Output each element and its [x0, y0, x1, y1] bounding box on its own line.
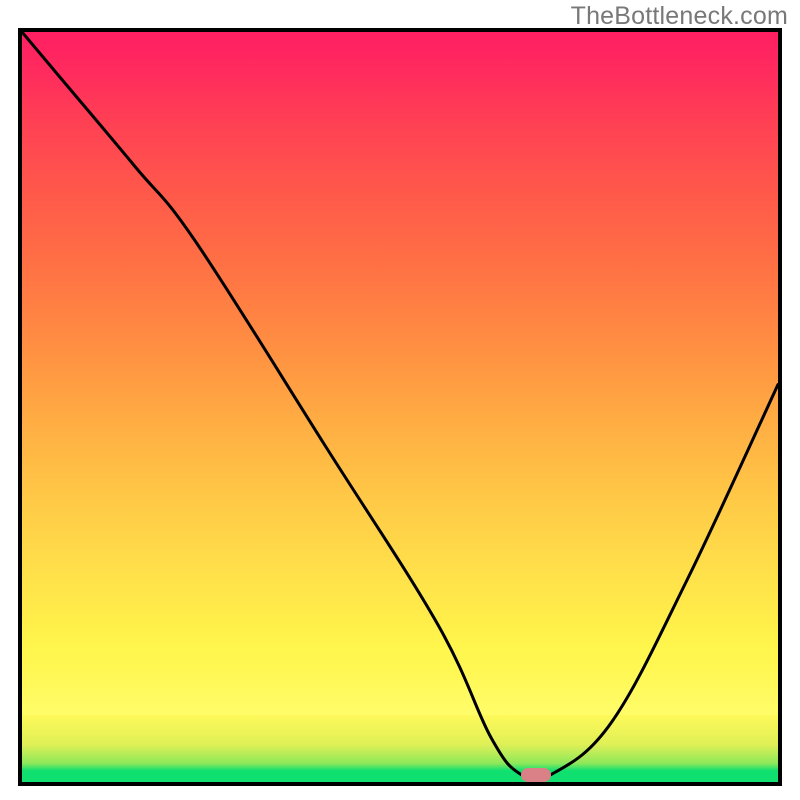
bottleneck-curve-path — [22, 32, 778, 781]
watermark-text: TheBottleneck.com — [571, 2, 788, 31]
plot-area — [18, 28, 782, 786]
line-chart-svg — [22, 32, 778, 782]
chart-container: TheBottleneck.com — [0, 0, 800, 800]
optimal-marker — [521, 768, 551, 782]
